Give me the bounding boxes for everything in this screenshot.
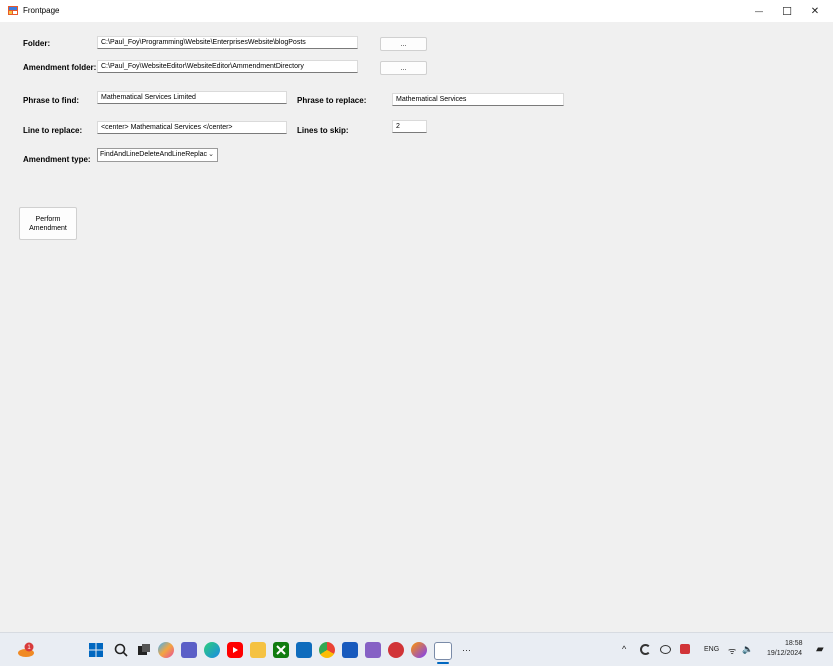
amendment-type-dropdown[interactable]: FindAndLineDeleteAndLineReplac ⌄ <box>97 148 218 162</box>
clock-time[interactable]: 18:58 <box>785 640 803 647</box>
minimize-icon: — <box>755 6 763 16</box>
edge-icon[interactable] <box>204 642 220 658</box>
clock-date[interactable]: 19/12/2024 <box>767 650 802 657</box>
word-icon[interactable] <box>342 642 358 658</box>
perform-amendment-label-line2: Amendment <box>29 224 67 232</box>
sync-icon[interactable] <box>640 644 651 655</box>
phrase-to-find-input[interactable]: Mathematical Services Limited <box>97 91 287 104</box>
folder-input[interactable]: C:\Paul_Foy\Programming\Website\Enterpri… <box>97 36 358 49</box>
phrase-to-find-label: Phrase to find: <box>23 96 80 105</box>
amendment-type-label: Amendment type: <box>23 155 91 164</box>
phrase-to-replace-input[interactable]: Mathematical Services <box>392 93 564 106</box>
active-app-icon[interactable] <box>434 642 452 660</box>
weather-icon[interactable]: 1 <box>17 642 34 658</box>
volume-icon[interactable]: 🔈 <box>742 644 753 655</box>
windows-start-icon[interactable] <box>88 642 104 658</box>
language-indicator[interactable]: ENG <box>704 646 719 653</box>
app-red-icon[interactable] <box>388 642 404 658</box>
store-icon[interactable] <box>296 642 312 658</box>
active-indicator <box>437 662 449 664</box>
amendment-folder-browse-button[interactable]: ... <box>380 61 427 75</box>
firefox-icon[interactable] <box>411 642 427 658</box>
chrome-icon[interactable] <box>319 642 335 658</box>
folder-label: Folder: <box>23 39 51 48</box>
perform-amendment-button[interactable]: Perform Amendment <box>19 207 77 240</box>
youtube-icon[interactable] <box>227 642 243 658</box>
amendment-type-value: FindAndLineDeleteAndLineReplac <box>100 151 208 158</box>
lines-to-skip-label: Lines to skip: <box>297 126 349 135</box>
app-icon <box>8 6 18 15</box>
teams-icon[interactable] <box>181 642 197 658</box>
perform-amendment-label-line1: Perform <box>35 215 61 223</box>
close-icon: ✕ <box>810 5 820 17</box>
cloud-icon[interactable] <box>660 645 671 654</box>
overflow-icon[interactable]: ··· <box>462 645 471 655</box>
maximize-button[interactable]: ☐ <box>774 0 800 22</box>
taskbar: 1 ··· ^ ENG ᯤ 🔈 18:58 19/12/2024 ▰ <box>0 632 833 666</box>
lines-to-skip-input[interactable]: 2 <box>392 120 427 133</box>
tray-chevron-icon[interactable]: ^ <box>622 644 626 654</box>
close-button[interactable]: ✕ <box>802 0 828 22</box>
amendment-folder-label: Amendment folder: <box>23 63 97 72</box>
chevron-down-icon: ⌄ <box>208 151 214 158</box>
form-client-area <box>0 22 833 632</box>
search-icon[interactable] <box>113 642 129 658</box>
task-view-icon[interactable] <box>136 642 152 658</box>
minimize-button[interactable]: — <box>746 0 772 22</box>
amendment-folder-input[interactable]: C:\Paul_Foy\WebsiteEditor\WebsiteEditor\… <box>97 60 358 73</box>
maximize-icon: ☐ <box>782 5 792 18</box>
xbox-icon[interactable] <box>273 642 289 658</box>
line-to-replace-input[interactable]: <center> Mathematical Services </center> <box>97 121 287 134</box>
file-explorer-icon[interactable] <box>250 642 266 658</box>
folder-browse-button[interactable]: ... <box>380 37 427 51</box>
title-bar: Frontpage — ☐ ✕ <box>0 0 833 22</box>
wifi-icon[interactable]: ᯤ <box>728 644 736 657</box>
phrase-to-replace-label: Phrase to replace: <box>297 96 367 105</box>
copilot-icon[interactable] <box>158 642 174 658</box>
notification-icon[interactable]: ▰ <box>816 644 824 655</box>
visual-studio-icon[interactable] <box>365 642 381 658</box>
tray-app-icon[interactable] <box>680 644 690 654</box>
window-title: Frontpage <box>23 6 60 15</box>
line-to-replace-label: Line to replace: <box>23 126 83 135</box>
